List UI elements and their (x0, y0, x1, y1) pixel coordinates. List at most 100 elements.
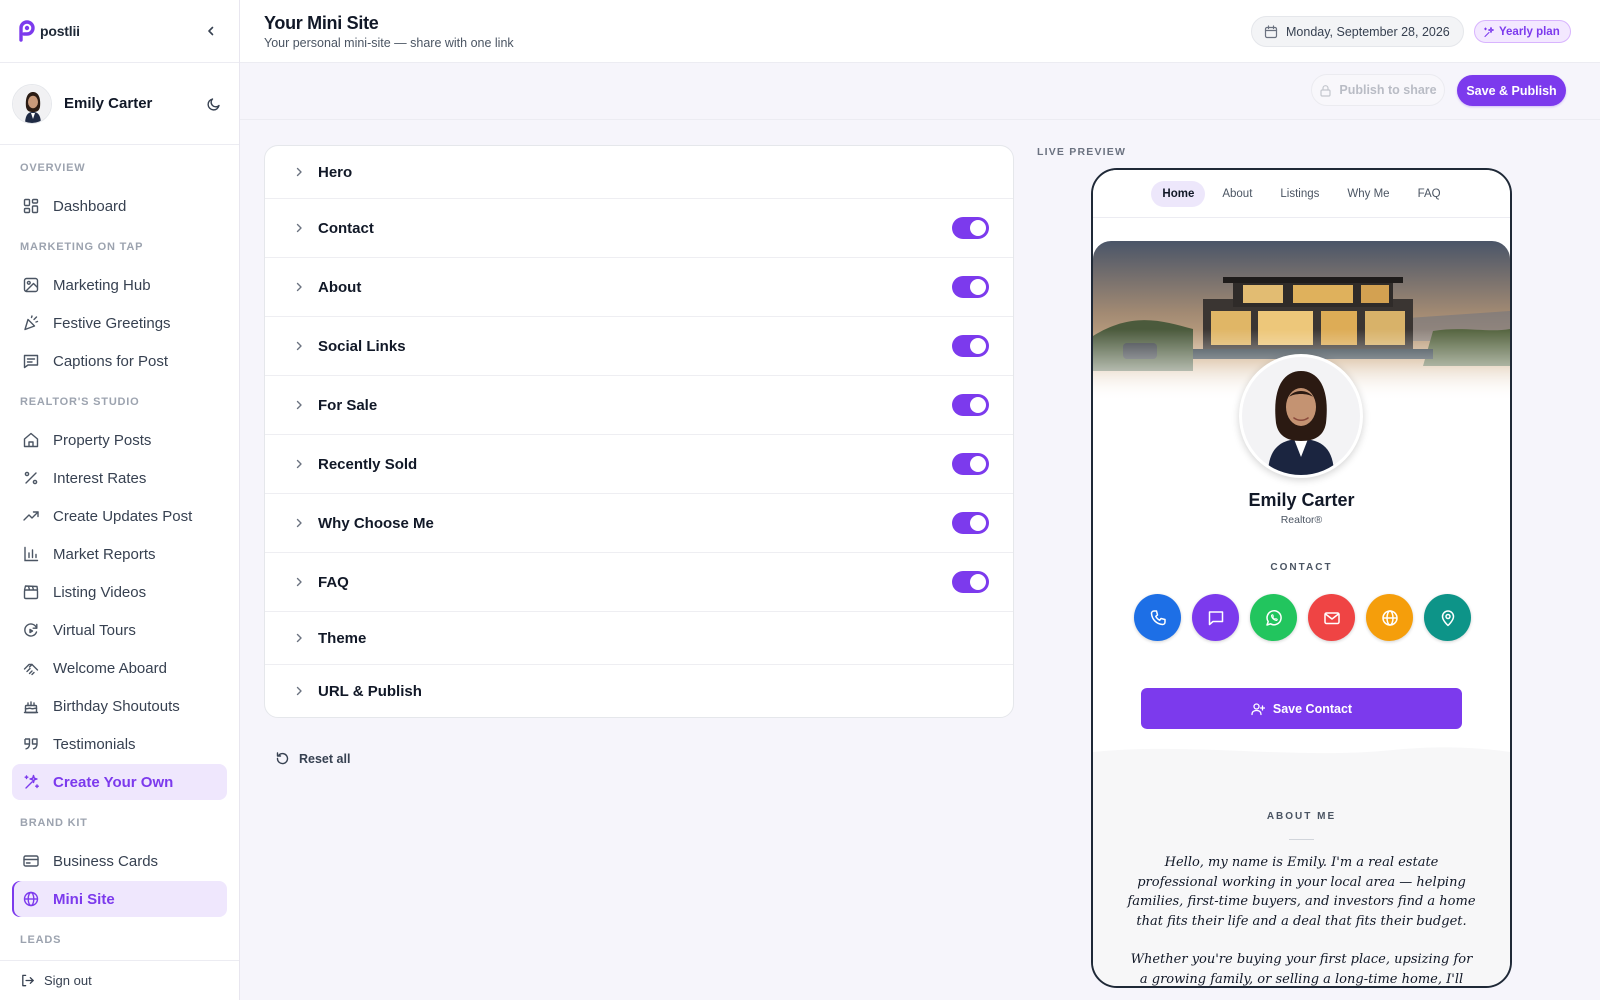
sidebar-item-captions[interactable]: Captions for Post (12, 343, 227, 379)
sidebar-item-market-reports[interactable]: Market Reports (12, 536, 227, 572)
for-sale-toggle[interactable] (952, 394, 989, 416)
sidebar-item-label: Market Reports (53, 545, 156, 563)
user-name: Emily Carter (64, 95, 153, 112)
sections-panel: Hero Contact About Social Links For Sale… (264, 145, 1014, 718)
section-row-recently-sold[interactable]: Recently Sold (265, 435, 1013, 494)
chevron-right-icon (296, 686, 302, 696)
sidebar-item-listing-videos[interactable]: Listing Videos (12, 574, 227, 610)
about-divider (1289, 839, 1314, 840)
sidebar-item-interest-rates[interactable]: Interest Rates (12, 460, 227, 496)
sidebar: postlii Emily Carter OVERVIEW Dashboard (0, 0, 240, 1000)
section-title-overview: OVERVIEW (20, 162, 86, 174)
whatsapp-icon (1265, 609, 1282, 626)
save-contact-button[interactable]: Save Contact (1141, 688, 1462, 729)
contact-toggle[interactable] (952, 217, 989, 239)
preview-tab-home[interactable]: Home (1151, 180, 1206, 207)
profile-photo (1239, 354, 1363, 478)
preview-name: Emily Carter (1248, 490, 1355, 510)
plan-badge[interactable]: Yearly plan (1474, 20, 1571, 43)
preview-tab-about[interactable]: About (1211, 181, 1263, 207)
section-row-faq[interactable]: FAQ (265, 553, 1013, 612)
bar-chart-icon (24, 546, 39, 562)
reset-all-button[interactable]: Reset all (275, 751, 350, 766)
sidebar-item-business-cards[interactable]: Business Cards (12, 843, 227, 879)
brand-name: postlii (40, 23, 80, 39)
call-button[interactable] (1134, 594, 1181, 641)
sidebar-item-label: Marketing Hub (53, 276, 151, 294)
section-label: About (318, 278, 362, 296)
section-title-leads: LEADS (20, 934, 62, 946)
lock-icon (1320, 84, 1331, 97)
sign-out-button[interactable]: Sign out (0, 960, 239, 1000)
handshake-icon (23, 663, 39, 676)
preview-tab-listings[interactable]: Listings (1269, 181, 1330, 207)
section-row-hero[interactable]: Hero (265, 146, 1013, 199)
chevron-right-icon (296, 518, 302, 528)
save-publish-button[interactable]: Save & Publish (1457, 75, 1566, 106)
sidebar-item-virtual-tours[interactable]: Virtual Tours (12, 612, 227, 648)
sparkles-icon (1484, 26, 1495, 37)
globe-icon (1381, 609, 1398, 626)
preview-tab-faq[interactable]: FAQ (1407, 181, 1452, 207)
chevron-left-icon (208, 26, 214, 36)
collapse-sidebar-button[interactable] (201, 21, 221, 41)
email-button[interactable] (1308, 594, 1355, 641)
preview-tab-why-me[interactable]: Why Me (1336, 181, 1400, 207)
section-row-theme[interactable]: Theme (265, 612, 1013, 665)
sidebar-item-birthday-shoutouts[interactable]: Birthday Shoutouts (12, 688, 227, 724)
sidebar-item-testimonials[interactable]: Testimonials (12, 726, 227, 762)
about-toggle[interactable] (952, 276, 989, 298)
website-button[interactable] (1366, 594, 1413, 641)
chevron-right-icon (296, 167, 302, 177)
sidebar-item-label: Create Your Own (53, 773, 174, 791)
contact-section-label: CONTACT (1270, 562, 1333, 573)
whatsapp-button[interactable] (1250, 594, 1297, 641)
save-contact-label: Save Contact (1272, 701, 1353, 716)
section-label: URL & Publish (318, 682, 422, 700)
dashboard-icon (23, 198, 39, 214)
section-label: Hero (318, 163, 353, 181)
sidebar-item-dashboard[interactable]: Dashboard (12, 188, 227, 224)
sidebar-item-mini-site[interactable]: Mini Site (12, 881, 227, 917)
action-bar: Publish to share Save & Publish (240, 63, 1600, 120)
clapperboard-icon (23, 585, 39, 600)
social-links-toggle[interactable] (952, 335, 989, 357)
sidebar-item-label: Testimonials (53, 735, 136, 753)
sidebar-item-marketing-hub[interactable]: Marketing Hub (12, 267, 227, 303)
percent-icon (24, 471, 38, 485)
sidebar-item-festive-greetings[interactable]: Festive Greetings (12, 305, 227, 341)
section-row-contact[interactable]: Contact (265, 199, 1013, 258)
sidebar-item-property-posts[interactable]: Property Posts (12, 422, 227, 458)
sidebar-item-label: Business Cards (53, 852, 159, 870)
chevron-right-icon (296, 282, 302, 292)
home-icon (23, 432, 39, 448)
section-row-for-sale[interactable]: For Sale (265, 376, 1013, 435)
publish-to-share-label: Publish to share (1339, 83, 1437, 97)
phone-preview: Home About Listings Why Me FAQ Emily Car… (1091, 168, 1512, 988)
sidebar-item-label: Property Posts (53, 431, 152, 449)
why-choose-me-toggle[interactable] (952, 512, 989, 534)
sidebar-nav: OVERVIEW Dashboard MARKETING ON TAP Mark… (0, 162, 239, 946)
reset-all-label: Reset all (299, 751, 351, 766)
sidebar-item-create-your-own[interactable]: Create Your Own (12, 764, 227, 800)
sidebar-item-label: Dashboard (53, 197, 127, 215)
section-row-url-publish[interactable]: URL & Publish (265, 665, 1013, 717)
recently-sold-toggle[interactable] (952, 453, 989, 475)
reset-icon (276, 752, 289, 765)
theme-toggle-button[interactable] (203, 93, 225, 115)
section-label: Contact (318, 219, 374, 237)
message-button[interactable] (1192, 594, 1239, 641)
publish-to-share-button[interactable]: Publish to share (1311, 74, 1445, 106)
date-pill[interactable]: Monday, September 28, 2026 (1251, 16, 1464, 47)
sidebar-item-create-updates[interactable]: Create Updates Post (12, 498, 227, 534)
location-button[interactable] (1424, 594, 1471, 641)
sidebar-brand: postlii (0, 0, 239, 63)
faq-toggle[interactable] (952, 571, 989, 593)
section-row-why-choose-me[interactable]: Why Choose Me (265, 494, 1013, 553)
section-row-about[interactable]: About (265, 258, 1013, 317)
brand-logo[interactable]: postlii (16, 19, 80, 43)
avatar[interactable] (12, 83, 52, 124)
message-icon (1208, 610, 1223, 625)
section-row-social-links[interactable]: Social Links (265, 317, 1013, 376)
sidebar-item-welcome-aboard[interactable]: Welcome Aboard (12, 650, 227, 686)
